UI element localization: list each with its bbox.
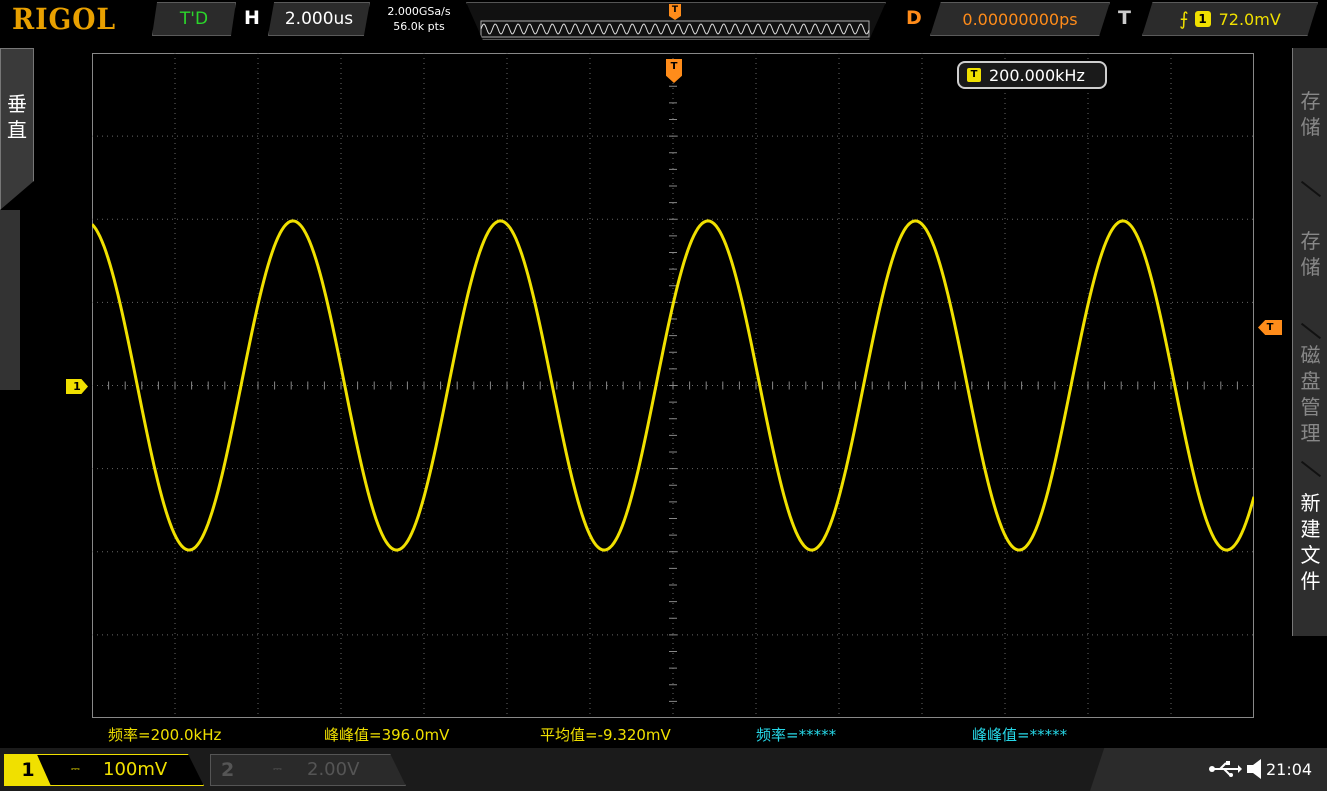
menu-divider — [1300, 180, 1322, 198]
measurement-average-ch1: 平均值=-9.320mV — [540, 726, 671, 744]
brand-logo: RIGOL — [12, 2, 117, 36]
memory-depth: 56.0k pts — [393, 20, 445, 33]
trigger-settings[interactable]: ⨍ 1 72.0mV — [1142, 2, 1318, 36]
dc-coupling-icon: ⎓ — [71, 762, 80, 775]
horizontal-label: H — [244, 7, 260, 29]
frequency-counter: T 200.000kHz — [957, 61, 1107, 89]
channel-1-status[interactable]: 1 ⎓ 100mV — [4, 754, 204, 786]
graticule — [92, 53, 1254, 718]
rising-edge-icon: ⨍ — [1179, 8, 1189, 30]
channel-2-scale: 2.00V — [307, 759, 360, 780]
menu-divider — [1300, 322, 1322, 340]
softkey-new-file-label: 新建文件 — [1300, 491, 1321, 593]
frequency-counter-value: 200.000kHz — [989, 65, 1085, 85]
usb-icon — [1209, 761, 1242, 777]
trigger-level-marker[interactable]: T — [1258, 320, 1282, 335]
trigger-level: 72.0mV — [1218, 9, 1281, 29]
run-state-label: T'D — [179, 9, 209, 29]
menu-divider — [1300, 460, 1322, 478]
right-softkey-menu: 存储 存储 磁盘管理 新建文件 — [1292, 48, 1327, 636]
softkey-new-file[interactable]: 新建文件 — [1293, 490, 1327, 594]
measurement-vpp-ch1: 峰峰值=396.0mV — [324, 726, 450, 744]
channel-1-scale: 100mV — [103, 759, 168, 780]
speaker-icon[interactable] — [1245, 758, 1265, 780]
acquisition-info: 2.000GSa/s 56.0k pts — [376, 4, 462, 34]
measurement-frequency-ch1: 频率=200.0kHz — [108, 726, 222, 744]
softkey-storage-1[interactable]: 存储 — [1293, 88, 1327, 140]
waveform-display[interactable] — [92, 53, 1254, 718]
horizontal-timebase[interactable]: 2.000us — [268, 2, 370, 36]
softkey-storage-1-label: 存储 — [1300, 89, 1321, 139]
channel-2-number: 2 — [221, 759, 235, 781]
vertical-menu-label: 垂直 — [7, 92, 27, 142]
delay-value: 0.00000000ps — [962, 9, 1078, 29]
softkey-disk-management-label: 磁盘管理 — [1300, 343, 1321, 445]
dc-coupling-icon: ⎓ — [273, 762, 282, 775]
trigger-label: T — [1118, 7, 1131, 29]
run-state-indicator[interactable]: T'D — [152, 2, 236, 36]
timebase-value: 2.000us — [284, 9, 354, 29]
trigger-source-badge: 1 — [1194, 11, 1211, 27]
measurement-frequency-ch2: 频率=***** — [756, 726, 837, 744]
horizontal-delay[interactable]: 0.00000000ps — [930, 2, 1110, 36]
measurement-vpp-ch2: 峰峰值=***** — [972, 726, 1068, 744]
left-panel-edge — [0, 210, 20, 390]
sample-rate: 2.000GSa/s — [387, 5, 451, 18]
bottom-bar: 1 ⎓ 100mV 2 ⎓ 2.00V — [0, 748, 1327, 791]
system-clock: 21:04 — [1266, 760, 1313, 779]
channel-1-offset-marker[interactable]: 1 — [66, 379, 88, 394]
channel-1-number: 1 — [5, 755, 51, 786]
softkey-disk-management[interactable]: 磁盘管理 — [1293, 342, 1327, 446]
top-bar: RIGOL T'D H 2.000us 2.000GSa/s 56.0k pts… — [0, 0, 1327, 44]
channel-2-status[interactable]: 2 ⎓ 2.00V — [210, 754, 406, 786]
frequency-counter-badge: T — [967, 68, 981, 82]
softkey-storage-2-label: 存储 — [1300, 229, 1321, 279]
vertical-menu-tab[interactable]: 垂直 — [0, 48, 34, 210]
softkey-storage-2[interactable]: 存储 — [1293, 228, 1327, 280]
delay-label: D — [906, 7, 922, 29]
